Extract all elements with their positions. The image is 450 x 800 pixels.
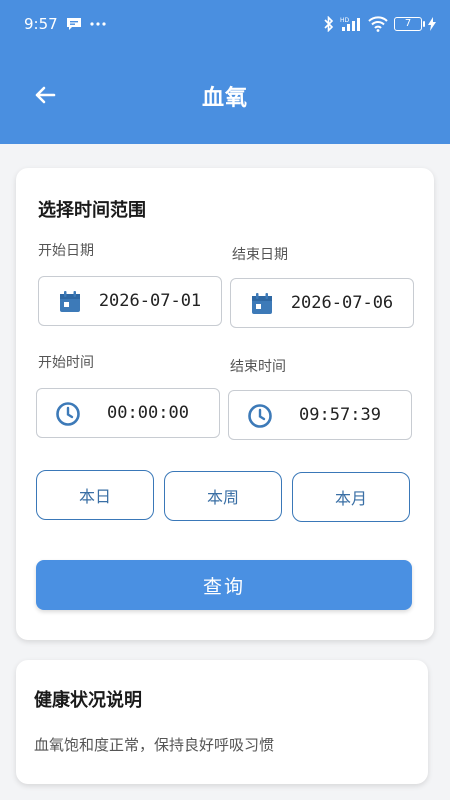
status-bar: 9:57 HD 7 <box>0 0 450 48</box>
status-right: HD 7 <box>324 16 436 32</box>
end-time-field[interactable]: 09:57:39 <box>228 390 412 440</box>
app-bar: 血氧 <box>0 48 450 144</box>
clock-icon <box>248 404 272 428</box>
battery-level: 7 <box>404 18 412 29</box>
calendar-icon <box>60 291 80 312</box>
wifi-icon <box>368 16 388 32</box>
start-date-field[interactable]: 2026-07-01 <box>38 276 222 326</box>
end-time-value: 09:57:39 <box>299 405 381 425</box>
signal-icon: HD <box>340 16 362 32</box>
start-time-field[interactable]: 00:00:00 <box>36 388 220 438</box>
start-date-label: 开始日期 <box>38 243 94 259</box>
clock-icon <box>56 402 80 426</box>
end-time-label: 结束时间 <box>230 359 286 375</box>
more-dots-icon <box>90 22 106 26</box>
page-title: 血氧 <box>201 86 248 111</box>
battery-indicator: 7 <box>394 17 425 31</box>
end-date-value: 2026-07-06 <box>290 293 394 313</box>
health-card: 健康状况说明 血氧饱和度正常，保持良好呼吸习惯 <box>16 660 428 784</box>
end-date-label: 结束日期 <box>232 247 288 263</box>
message-icon <box>66 17 82 31</box>
start-time-label: 开始时间 <box>38 355 94 371</box>
arrow-left-icon <box>35 86 56 104</box>
query-button[interactable]: 查询 <box>36 560 412 610</box>
hd-label: HD <box>340 17 350 24</box>
time-range-title: 选择时间范围 <box>38 200 146 221</box>
end-date-field[interactable]: 2026-07-06 <box>230 278 414 328</box>
calendar-icon <box>252 293 272 314</box>
this-week-button[interactable]: 本周 <box>164 471 282 521</box>
start-date-value: 2026-07-01 <box>98 291 202 311</box>
time-range-card: 选择时间范围 开始日期 结束日期 2026-07-01 2026-07-06 开… <box>16 168 434 640</box>
status-time: 9:57 <box>24 15 58 33</box>
health-title: 健康状况说明 <box>34 690 142 711</box>
today-button[interactable]: 本日 <box>36 470 154 520</box>
bluetooth-icon <box>324 16 334 32</box>
start-time-value: 00:00:00 <box>107 403 189 423</box>
charging-icon <box>428 17 436 31</box>
health-description: 血氧饱和度正常，保持良好呼吸习惯 <box>34 736 275 754</box>
status-left: 9:57 <box>24 15 106 33</box>
back-button[interactable] <box>30 80 60 110</box>
this-month-button[interactable]: 本月 <box>292 472 410 522</box>
